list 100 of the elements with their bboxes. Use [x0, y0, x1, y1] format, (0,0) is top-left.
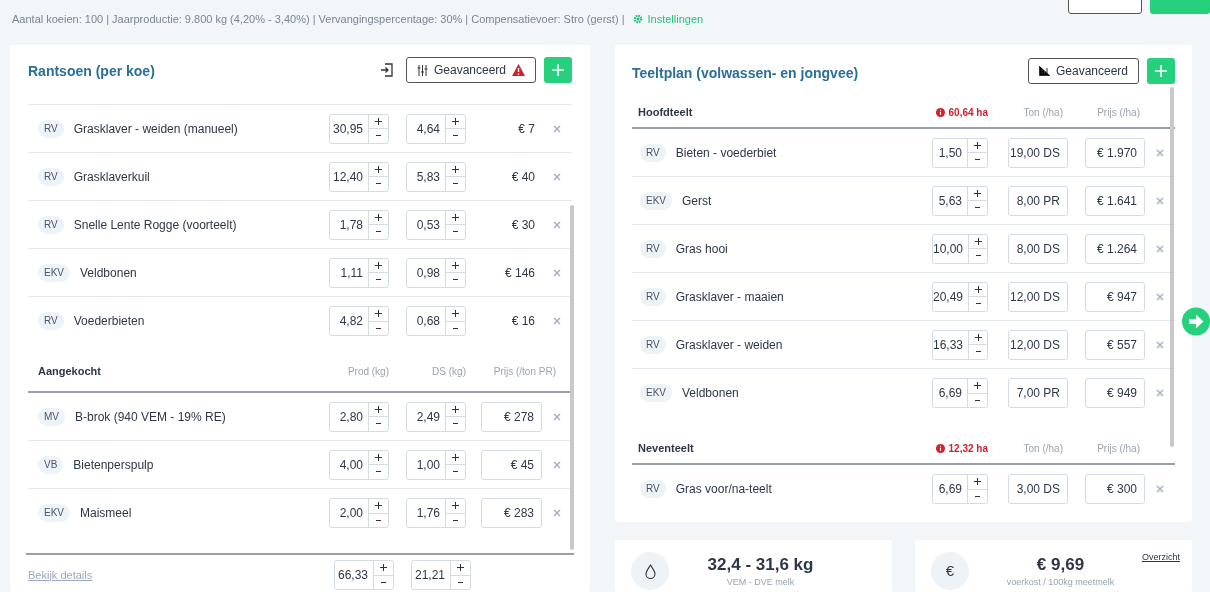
close-icon[interactable]: [1156, 148, 1164, 157]
drop-icon: [644, 563, 656, 579]
input-field[interactable]: 7,00 PR: [1008, 378, 1068, 408]
stat-label: VEM - DVE melk: [726, 576, 795, 589]
close-icon[interactable]: [1156, 244, 1164, 253]
number-stepper[interactable]: 5,83: [406, 161, 466, 192]
number-stepper[interactable]: 2,49: [406, 401, 466, 432]
input-field[interactable]: € 1.641: [1085, 185, 1145, 216]
number-stepper[interactable]: 0,98: [406, 257, 466, 288]
plus-icon: [974, 189, 981, 197]
close-icon[interactable]: [553, 172, 561, 181]
number-stepper[interactable]: 1,76: [406, 498, 466, 528]
number-stepper[interactable]: 6,69: [932, 378, 988, 408]
close-icon[interactable]: [553, 124, 561, 133]
number-stepper[interactable]: 66,33: [334, 560, 394, 590]
number-stepper[interactable]: 1,11: [329, 257, 389, 288]
plus-icon: [974, 478, 981, 486]
plus-icon: [452, 165, 459, 173]
close-icon[interactable]: [1156, 292, 1164, 301]
number-stepper[interactable]: 5,63: [932, 185, 988, 216]
increment-button[interactable]: [369, 499, 388, 514]
input-field[interactable]: 8,00 PR: [1008, 185, 1068, 216]
increment-button[interactable]: [968, 475, 987, 490]
stepper-value: 66,33: [336, 567, 369, 584]
input-field[interactable]: € 1.264: [1085, 233, 1145, 264]
category-tag: VB: [38, 455, 64, 474]
gear-icon: [632, 14, 643, 24]
number-stepper[interactable]: 16,33: [932, 329, 988, 360]
number-stepper[interactable]: 4,82: [329, 306, 389, 336]
close-icon[interactable]: [553, 268, 561, 277]
input-field[interactable]: € 283: [481, 498, 542, 528]
input-field[interactable]: € 947: [1085, 281, 1145, 312]
category-tag: MV: [38, 407, 65, 426]
number-stepper[interactable]: 1,50: [932, 137, 988, 168]
column-header: Prod (kg): [346, 365, 389, 379]
feed-name: Snelle Lente Rogge (voorteelt): [73, 216, 238, 234]
number-stepper[interactable]: 2,80: [329, 401, 389, 432]
minus-icon: [458, 581, 463, 583]
advanced-button[interactable]: Geavanceerd: [405, 57, 536, 83]
input-field[interactable]: 12,00 DS: [1008, 281, 1068, 312]
add-button[interactable]: [544, 57, 572, 83]
number-stepper[interactable]: 12,40: [329, 161, 389, 192]
input-field[interactable]: 8,00 DS: [1008, 233, 1068, 264]
number-stepper[interactable]: 0,53: [406, 209, 466, 240]
overview-link[interactable]: Overzicht: [1142, 551, 1180, 565]
input-field[interactable]: € 949: [1085, 378, 1145, 408]
close-icon[interactable]: [553, 317, 561, 325]
plus-icon: [457, 564, 464, 572]
category-tag: RV: [640, 287, 666, 306]
number-stepper[interactable]: 20,49: [932, 281, 988, 312]
number-stepper[interactable]: 10,00: [932, 233, 988, 264]
number-stepper[interactable]: 4,64: [406, 113, 466, 144]
close-icon[interactable]: [1156, 389, 1164, 397]
category-tag: RV: [38, 215, 64, 234]
close-icon[interactable]: [1156, 485, 1164, 493]
import-icon[interactable]: [379, 63, 394, 77]
increment-button[interactable]: [446, 307, 465, 322]
category-tag: RV: [38, 167, 64, 186]
price-text: € 146: [503, 264, 535, 282]
input-field[interactable]: € 45: [481, 449, 542, 480]
stepper-value: 21,21: [413, 567, 446, 584]
plus-icon: [375, 405, 382, 413]
number-stepper[interactable]: 2,00: [329, 498, 389, 528]
number-stepper[interactable]: 6,69: [932, 474, 988, 504]
increment-button[interactable]: [446, 499, 465, 514]
increment-button[interactable]: [374, 561, 393, 576]
number-stepper[interactable]: 1,78: [329, 209, 389, 240]
crop-name: Veldbonen: [682, 385, 740, 402]
advanced-button[interactable]: Geavanceerd: [1027, 58, 1139, 84]
scrollbar[interactable]: [570, 205, 574, 550]
increment-button[interactable]: [451, 561, 470, 576]
card-title: Teeltplan (volwassen- en jongvee): [632, 63, 860, 83]
number-stepper[interactable]: 1,00: [406, 449, 466, 480]
close-icon[interactable]: [553, 220, 561, 229]
number-stepper[interactable]: 30,95: [329, 113, 389, 144]
input-field[interactable]: € 278: [481, 401, 542, 432]
crop-name: Bieten - voederbiet: [675, 144, 778, 162]
stepper-value: 4,00: [338, 456, 364, 474]
close-icon[interactable]: [553, 509, 561, 517]
scrollbar[interactable]: [1170, 87, 1174, 447]
number-stepper[interactable]: 0,68: [406, 306, 466, 336]
stepper-value: 5,83: [415, 168, 441, 186]
input-field[interactable]: € 300: [1085, 474, 1145, 504]
number-stepper[interactable]: 21,21: [411, 560, 471, 590]
close-icon[interactable]: [553, 412, 561, 421]
input-field[interactable]: € 1.970: [1085, 137, 1145, 168]
close-icon[interactable]: [1156, 196, 1164, 205]
increment-button[interactable]: [968, 379, 987, 394]
increment-button[interactable]: [369, 307, 388, 322]
input-field[interactable]: 19,00 DS: [1008, 137, 1068, 168]
input-field[interactable]: € 557: [1085, 329, 1145, 360]
close-icon[interactable]: [553, 460, 561, 469]
category-tag: EKV: [640, 191, 672, 210]
input-field[interactable]: 12,00 DS: [1008, 329, 1068, 360]
close-icon[interactable]: [1156, 340, 1164, 349]
add-button[interactable]: [1147, 58, 1175, 84]
number-stepper[interactable]: 4,00: [329, 449, 389, 480]
input-field[interactable]: 3,00 DS: [1008, 474, 1068, 504]
category-tag: RV: [640, 480, 666, 498]
minus-icon: [376, 183, 381, 185]
